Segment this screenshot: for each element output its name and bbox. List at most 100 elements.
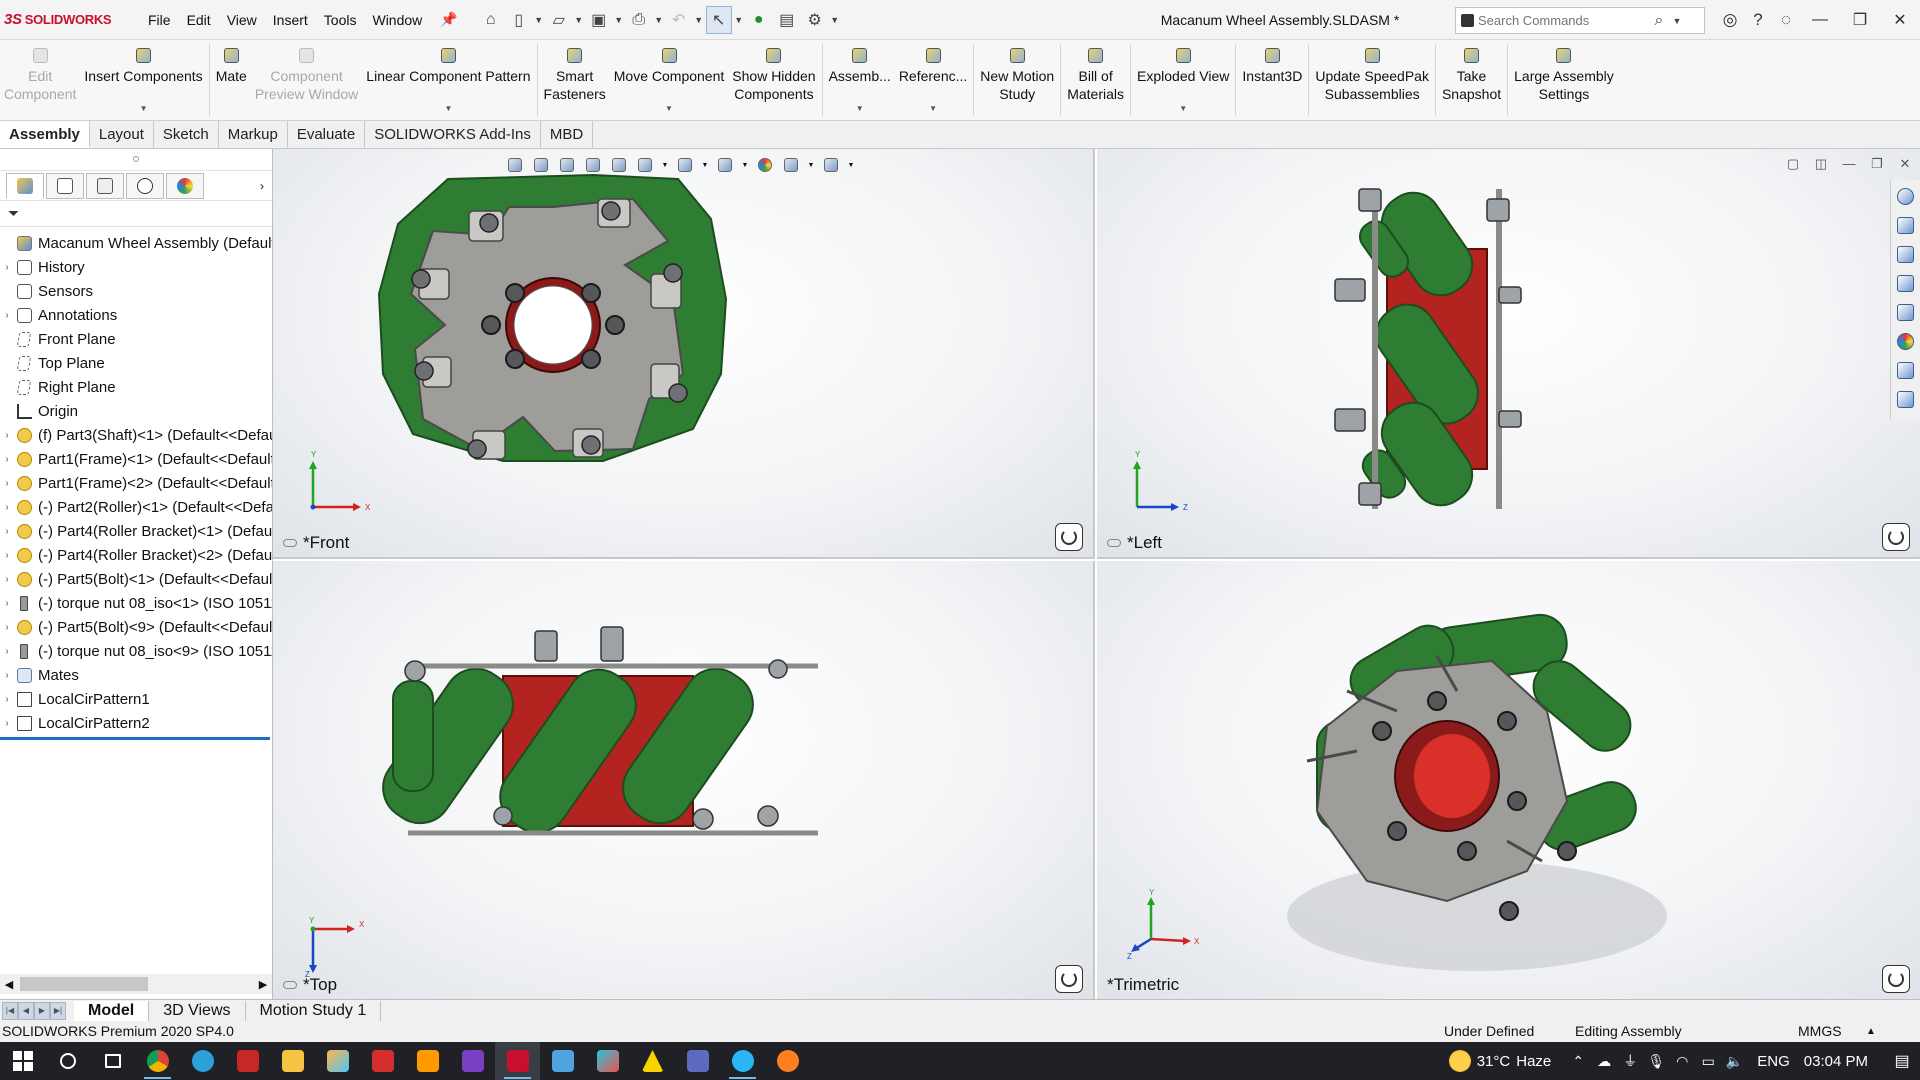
user-account-icon[interactable]: ◎ — [1716, 10, 1744, 30]
menu-file[interactable]: File — [140, 12, 179, 28]
select-dropdown-icon[interactable]: ▼ — [734, 15, 744, 25]
custom-properties-icon[interactable] — [1895, 358, 1917, 382]
tab-mbd[interactable]: MBD — [541, 121, 594, 148]
viewport-top[interactable]: Y X Z *Top — [273, 561, 1095, 999]
paint-3d-icon[interactable] — [315, 1042, 360, 1080]
tree-item[interactable]: › Part1(Frame)<1> (Default<<Default>_Disp… — [0, 447, 272, 471]
onedrive-cloud-icon[interactable]: ☁ — [1591, 1042, 1617, 1080]
home-resources-icon[interactable] — [1895, 213, 1917, 237]
expand-arrow-icon[interactable]: › — [0, 550, 14, 561]
print-icon[interactable]: ⎙ — [626, 6, 652, 34]
blender-icon[interactable] — [765, 1042, 810, 1080]
vivaldi-icon[interactable] — [225, 1042, 270, 1080]
expand-arrow-icon[interactable]: › — [0, 622, 14, 633]
windows-start-icon[interactable] — [0, 1042, 45, 1080]
restore-panel-icon[interactable]: ◌ — [1772, 10, 1800, 30]
tree-item[interactable]: › Part1(Frame)<2> (Default<<Default>_Disp… — [0, 471, 272, 495]
tree-item[interactable]: Right Plane — [0, 375, 272, 399]
save-dropdown-icon[interactable]: ▼ — [614, 15, 624, 25]
tree-item[interactable]: › (-) Part5(Bolt)<1> (Default<<Default>_D… — [0, 567, 272, 591]
expand-arrow-icon[interactable]: › — [0, 670, 14, 681]
tree-item[interactable]: › LocalCirPattern2 — [0, 711, 272, 735]
menu-view[interactable]: View — [219, 12, 265, 28]
clock[interactable]: 03:04 PM — [1804, 1053, 1868, 1070]
pin-icon[interactable]: 📌 — [432, 11, 465, 28]
solidworks-logo[interactable]: 3S SOLIDWORKS — [0, 0, 140, 40]
tab-solidworks-add-ins[interactable]: SOLIDWORKS Add-Ins — [365, 121, 541, 148]
file-explorer-icon[interactable] — [1895, 271, 1917, 295]
design-library-icon[interactable] — [1895, 242, 1917, 266]
print-dropdown-icon[interactable]: ▼ — [654, 15, 664, 25]
cmd-instant3d-button[interactable]: Instant3D — [1238, 40, 1306, 121]
scroll-right-icon[interactable]: ▶ — [254, 978, 272, 991]
previous-tab-icon[interactable]: ◀ — [18, 1001, 34, 1020]
cmd-update-speedpak-subassemblies-button[interactable]: Update SpeedPak Subassemblies — [1311, 40, 1433, 121]
view-cycle-icon[interactable] — [1882, 523, 1910, 551]
command-dropdown-icon[interactable]: ▼ — [1179, 100, 1187, 118]
cmd-new-motion-study-button[interactable]: New Motion Study — [976, 40, 1058, 121]
notifications-icon[interactable]: ▤ — [1884, 1051, 1920, 1071]
filter-funnel-icon[interactable]: ⏷ — [8, 205, 19, 222]
first-tab-icon[interactable]: |◀ — [2, 1001, 18, 1020]
command-dropdown-icon[interactable]: ▼ — [929, 100, 937, 118]
expand-arrow-icon[interactable]: › — [0, 454, 14, 465]
close-icon[interactable]: ✕ — [1880, 10, 1920, 30]
expand-arrow-icon[interactable]: › — [0, 574, 14, 585]
cmd-edit-component-button[interactable]: Edit Component — [0, 40, 80, 121]
link-views-icon[interactable] — [283, 981, 297, 989]
battery-icon[interactable]: ▭ — [1695, 1042, 1721, 1080]
open-dropdown-icon[interactable]: ▼ — [574, 15, 584, 25]
cmd-insert-components-button[interactable]: Insert Components ▼ — [80, 40, 206, 121]
view-palette-icon[interactable] — [1895, 300, 1917, 324]
chrome-icon[interactable] — [135, 1042, 180, 1080]
file-properties-icon[interactable]: ▤ — [774, 6, 800, 34]
expand-arrow-icon[interactable]: › — [0, 478, 14, 489]
cmd-bill-of-materials-button[interactable]: Bill of Materials — [1063, 40, 1128, 121]
command-dropdown-icon[interactable]: ▼ — [665, 100, 673, 118]
media-app-icon[interactable] — [675, 1042, 720, 1080]
tab-assembly[interactable]: Assembly — [0, 121, 90, 148]
last-tab-icon[interactable]: ▶| — [50, 1001, 66, 1020]
tree-item[interactable]: Sensors — [0, 279, 272, 303]
chevron-right-icon[interactable]: › — [260, 179, 264, 193]
notepad-icon[interactable] — [540, 1042, 585, 1080]
unit-system[interactable]: MMGS — [1798, 1021, 1842, 1042]
illustrator-icon[interactable] — [405, 1042, 450, 1080]
tree-item[interactable]: › (-) torque nut 08_iso<1> (ISO 10511 - M… — [0, 591, 272, 615]
cmd-smart-fasteners-button[interactable]: Smart Fasteners — [540, 40, 610, 121]
cmd-move-component-button[interactable]: Move Component ▼ — [610, 40, 729, 121]
cmd-referenc-button[interactable]: Referenc... ▼ — [895, 40, 971, 121]
tree-item[interactable]: › LocalCirPattern1 — [0, 687, 272, 711]
command-dropdown-icon[interactable]: ▼ — [856, 100, 864, 118]
search-commands-input[interactable] — [1478, 13, 1648, 28]
scroll-left-icon[interactable]: ◀ — [0, 978, 18, 991]
link-views-icon[interactable] — [283, 539, 297, 547]
cmd-exploded-view-button[interactable]: Exploded View ▼ — [1133, 40, 1233, 121]
options-dropdown-icon[interactable]: ▼ — [830, 15, 840, 25]
save-icon[interactable]: ▣ — [586, 6, 612, 34]
tree-item[interactable]: › History — [0, 255, 272, 279]
unit-system-arrow-icon[interactable]: ▲ — [1866, 1021, 1876, 1042]
tree-filter[interactable]: ⏷ — [0, 201, 272, 227]
cmd-show-hidden-components-button[interactable]: Show Hidden Components — [728, 40, 819, 121]
task-view-icon[interactable] — [90, 1042, 135, 1080]
dimxpert-manager-tab[interactable] — [126, 172, 164, 199]
collapse-grip-icon[interactable] — [133, 156, 139, 162]
cad-viewer-icon[interactable] — [585, 1042, 630, 1080]
tree-root-assembly[interactable]: Macanum Wheel Assembly (Default<Display … — [0, 231, 272, 255]
scrollbar-thumb[interactable] — [20, 977, 148, 991]
tree-item[interactable]: › (-) Part5(Bolt)<9> (Default<<Default>_D… — [0, 615, 272, 639]
viewport-left[interactable]: ▢ ◫ — ❐ ✕ Y Z *Left — [1097, 149, 1920, 559]
open-folder-icon[interactable]: ▱ — [546, 6, 572, 34]
expand-arrow-icon[interactable]: › — [0, 694, 14, 705]
expand-arrow-icon[interactable]: › — [0, 262, 14, 273]
autodesk-icon[interactable] — [630, 1042, 675, 1080]
view-cycle-icon[interactable] — [1055, 965, 1083, 993]
next-tab-icon[interactable]: ▶ — [34, 1001, 50, 1020]
tree-item[interactable]: Top Plane — [0, 351, 272, 375]
appearances-icon[interactable] — [1895, 329, 1917, 353]
usb-icon[interactable]: ⏚ — [1617, 1042, 1643, 1080]
feature-tree-horizontal-scrollbar[interactable]: ◀ ▶ — [0, 974, 272, 994]
expand-arrow-icon[interactable]: › — [0, 310, 14, 321]
acrobat-icon[interactable] — [360, 1042, 405, 1080]
